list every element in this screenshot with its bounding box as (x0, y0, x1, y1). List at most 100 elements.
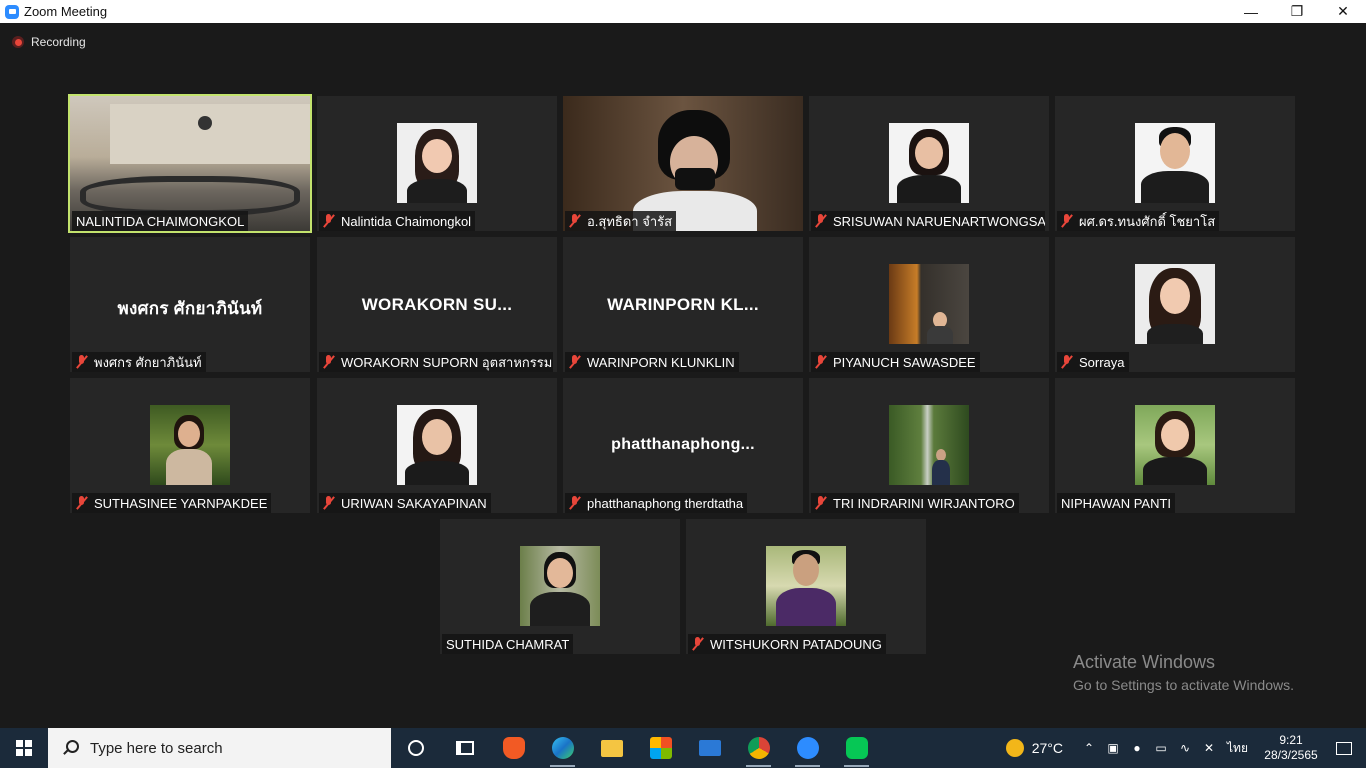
profile-photo (150, 405, 230, 485)
line-button[interactable] (832, 728, 881, 768)
participant-name: WORAKORN SUPORN อุตสาหกรรมเก... (319, 352, 553, 372)
brave-button[interactable] (489, 728, 538, 768)
muted-mic-icon (1061, 355, 1073, 369)
participant-display-name: WORAKORN SU... (361, 295, 513, 314)
minimize-button[interactable]: — (1228, 0, 1274, 23)
notification-icon (1336, 741, 1352, 755)
clock-date: 28/3/2565 (1264, 748, 1318, 762)
profile-photo (889, 123, 969, 203)
profile-photo (889, 264, 969, 344)
video-tile[interactable]: SRISUWAN NARUENARTWONGSAK... (809, 96, 1049, 231)
muted-mic-icon (569, 355, 581, 369)
video-tile[interactable]: SUTHIDA CHAMRAT (440, 519, 680, 654)
microphone-icon[interactable]: ● (1125, 728, 1149, 768)
participant-display-name: phatthanaphong... (611, 436, 755, 453)
muted-mic-icon (569, 214, 581, 228)
participant-name: WITSHUKORN PATADOUNG (688, 634, 886, 654)
muted-mic-icon (815, 355, 827, 369)
task-view-button[interactable] (440, 728, 489, 768)
muted-mic-icon (569, 496, 581, 510)
recording-label: Recording (31, 35, 86, 49)
muted-mic-icon (323, 214, 335, 228)
participant-display-name: WARINPORN KL... (607, 295, 759, 314)
volume-muted-icon[interactable]: ✕ (1197, 728, 1221, 768)
store-icon (649, 737, 672, 759)
brave-icon (502, 737, 525, 759)
chrome-icon (747, 737, 770, 759)
zoom-icon (796, 737, 819, 759)
window-title: Zoom Meeting (24, 4, 108, 19)
participant-name: URIWAN SAKAYAPINAN (319, 493, 491, 513)
video-tile[interactable]: อ.สุทธิดา จำรัส (563, 96, 803, 231)
profile-photo (1135, 123, 1215, 203)
video-tile[interactable]: Sorraya (1055, 237, 1295, 372)
clock-time: 9:21 (1279, 733, 1303, 747)
profile-photo (520, 546, 600, 626)
participant-name: TRI INDRARINI WIRJANTORO (811, 493, 1019, 513)
notification-center-button[interactable] (1322, 728, 1366, 768)
muted-mic-icon (692, 637, 704, 651)
video-tile[interactable]: URIWAN SAKAYAPINAN (317, 378, 557, 513)
video-tile[interactable]: Nalintida Chaimongkol (317, 96, 557, 231)
mail-icon (698, 740, 721, 756)
muted-mic-icon (76, 355, 88, 369)
participant-name: Nalintida Chaimongkol (319, 211, 476, 231)
participant-name: SRISUWAN NARUENARTWONGSAK... (811, 211, 1045, 231)
file-explorer-button[interactable] (587, 728, 636, 768)
input-language[interactable]: ไทย (1227, 739, 1248, 758)
task-view-icon (455, 741, 474, 755)
recording-indicator[interactable]: Recording (12, 35, 86, 49)
weather-icon[interactable] (1005, 739, 1024, 757)
video-tile[interactable]: WITSHUKORN PATADOUNG (686, 519, 926, 654)
line-icon (845, 737, 868, 759)
search-icon (62, 740, 79, 756)
meet-now-icon[interactable]: ▣ (1101, 728, 1125, 768)
video-tile[interactable]: พงศกร ศักยาภินันท์ พงศกร ศักยาภินันท์ (70, 237, 310, 372)
restore-button[interactable]: ❐ (1274, 0, 1320, 23)
participant-name: SUTHIDA CHAMRAT (442, 634, 574, 654)
profile-photo (397, 405, 477, 485)
close-button[interactable]: ✕ (1320, 0, 1366, 23)
title-bar: Zoom Meeting — ❐ ✕ (0, 0, 1366, 23)
muted-mic-icon (1061, 214, 1073, 228)
clock[interactable]: 9:21 28/3/2565 (1260, 733, 1322, 763)
participant-name: WARINPORN KLUNKLIN (565, 352, 739, 372)
cortana-button[interactable] (391, 728, 440, 768)
video-tile[interactable]: NIPHAWAN PANTI (1055, 378, 1295, 513)
windows-logo-icon (16, 740, 32, 756)
mail-button[interactable] (685, 728, 734, 768)
video-tile[interactable]: TRI INDRARINI WIRJANTORO (809, 378, 1049, 513)
participant-name: NIPHAWAN PANTI (1057, 493, 1176, 513)
muted-mic-icon (323, 496, 335, 510)
participant-name: พงศกร ศักยาภินันท์ (72, 352, 206, 372)
video-tile[interactable]: PIYANUCH SAWASDEE (809, 237, 1049, 372)
video-tile[interactable]: SUTHASINEE YARNPAKDEE (70, 378, 310, 513)
chrome-button[interactable] (734, 728, 783, 768)
record-icon (12, 36, 24, 48)
video-tile[interactable]: ผศ.ดร.ทนงศักดิ์ โชยาโส (1055, 96, 1295, 231)
store-button[interactable] (636, 728, 685, 768)
zoom-app-icon (5, 4, 19, 19)
activate-windows-watermark: Activate Windows Go to Settings to activ… (1073, 652, 1294, 693)
video-tile[interactable]: NALINTIDA CHAIMONGKOL (68, 94, 312, 233)
system-tray: 27°C ⌃ ▣ ● ▭ ∿ ✕ ไทย 9:21 28/3/2565 (1005, 728, 1366, 768)
start-button[interactable] (0, 728, 48, 768)
zoom-button[interactable] (783, 728, 832, 768)
show-hidden-icons-icon[interactable]: ⌃ (1077, 728, 1101, 768)
participant-name: phatthanaphong therdtatha (565, 493, 748, 513)
profile-photo (889, 405, 969, 485)
weather-temperature[interactable]: 27°C (1032, 740, 1063, 756)
cortana-icon (407, 740, 424, 756)
muted-mic-icon (76, 496, 88, 510)
taskbar-search-box[interactable]: Type here to search (48, 728, 391, 768)
profile-photo (766, 546, 846, 626)
participant-name: อ.สุทธิดา จำรัส (565, 211, 677, 231)
video-tile[interactable]: phatthanaphong... phatthanaphong therdta… (563, 378, 803, 513)
participant-name: PIYANUCH SAWASDEE (811, 352, 980, 372)
edge-button[interactable] (538, 728, 587, 768)
video-tile[interactable]: WARINPORN KL... WARINPORN KLUNKLIN (563, 237, 803, 372)
wifi-icon[interactable]: ∿ (1173, 728, 1197, 768)
participant-name: NALINTIDA CHAIMONGKOL (72, 211, 249, 231)
video-tile[interactable]: WORAKORN SU... WORAKORN SUPORN อุตสาหกรร… (317, 237, 557, 372)
battery-icon[interactable]: ▭ (1149, 728, 1173, 768)
